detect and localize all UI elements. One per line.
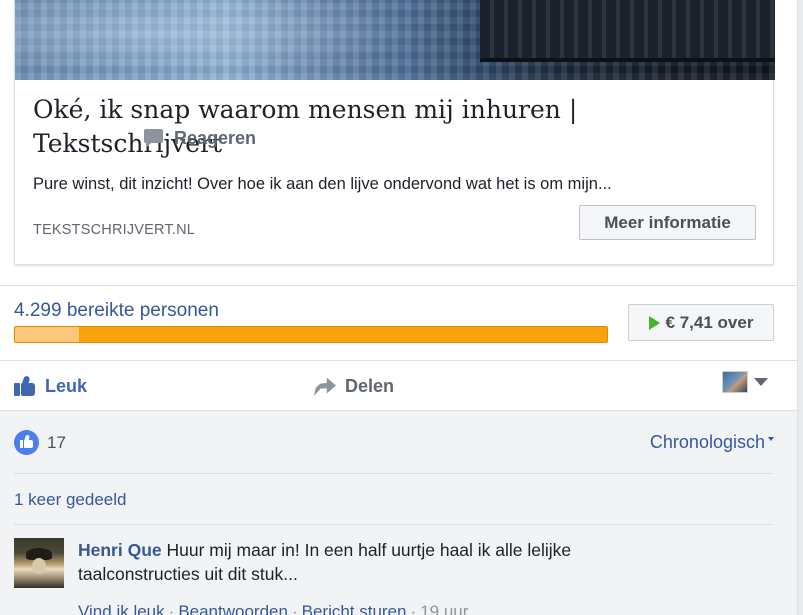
typewriter-shape xyxy=(480,0,775,62)
budget-button[interactable]: € 7,41 over xyxy=(628,304,774,341)
reach-progress-bar xyxy=(14,326,608,343)
comment-button[interactable]: Reageren xyxy=(143,127,803,149)
link-preview-image[interactable] xyxy=(15,0,775,80)
comment-bubble-icon xyxy=(143,127,165,149)
comment-body: Henri Que Huur mij maar in! In een half … xyxy=(78,538,678,586)
comment-like-link[interactable]: Vind ik leuk xyxy=(78,602,165,615)
separator-dot: · xyxy=(291,602,298,615)
comment-author[interactable]: Henri Que xyxy=(78,540,162,560)
commenter-avatar[interactable] xyxy=(14,538,64,588)
share-arrow-icon xyxy=(314,375,336,397)
reaction-summary[interactable]: 17 xyxy=(14,430,66,455)
reaction-count: 17 xyxy=(47,432,66,452)
divider xyxy=(0,360,797,361)
avatar xyxy=(722,371,748,393)
separator-dot: · xyxy=(168,602,175,615)
comment-label: Reageren xyxy=(174,127,257,148)
link-domain: TEKSTSCHRIJVERT.NL xyxy=(33,222,196,238)
chevron-down-icon xyxy=(768,437,774,441)
like-reaction-icon xyxy=(14,430,39,455)
window-edge xyxy=(797,0,803,615)
comment-reply-link[interactable]: Beantwoorden xyxy=(178,602,288,615)
comment-actions: Vind ik leuk · Beantwoorden · Bericht sturen… xyxy=(78,602,468,615)
sort-label: Chronologisch xyxy=(649,432,765,452)
send-message-link[interactable]: Bericht sturen xyxy=(302,602,407,615)
comments-section: 17 Chronologisch 1 keer gedeeld Henri Qu… xyxy=(0,410,797,615)
like-label: Leuk xyxy=(45,375,88,396)
divider xyxy=(0,285,797,286)
play-icon xyxy=(648,315,660,330)
divider xyxy=(14,473,773,474)
chevron-down-icon xyxy=(754,378,768,386)
link-description: Pure winst, dit inzicht! Over hoe ik aan… xyxy=(33,175,612,193)
divider xyxy=(14,524,773,525)
comment-timestamp[interactable]: 19 uur xyxy=(420,602,468,615)
share-button[interactable]: Delen xyxy=(314,375,394,397)
separator-dot: · xyxy=(410,602,417,615)
reach-count-link[interactable]: 4.299 bereikte personen xyxy=(14,300,219,322)
budget-label: € 7,41 over xyxy=(665,312,754,332)
comment-sort-dropdown[interactable]: Chronologisch xyxy=(650,432,774,453)
more-info-button[interactable]: Meer informatie xyxy=(579,205,756,240)
like-button[interactable]: Leuk xyxy=(14,375,87,397)
thumbs-up-icon xyxy=(14,375,36,397)
share-label: Delen xyxy=(345,375,395,396)
image-highlight xyxy=(15,0,475,80)
organic-reach-fill xyxy=(15,327,79,342)
shares-count-link[interactable]: 1 keer gedeeld xyxy=(14,490,126,510)
identity-selector[interactable] xyxy=(722,371,768,393)
